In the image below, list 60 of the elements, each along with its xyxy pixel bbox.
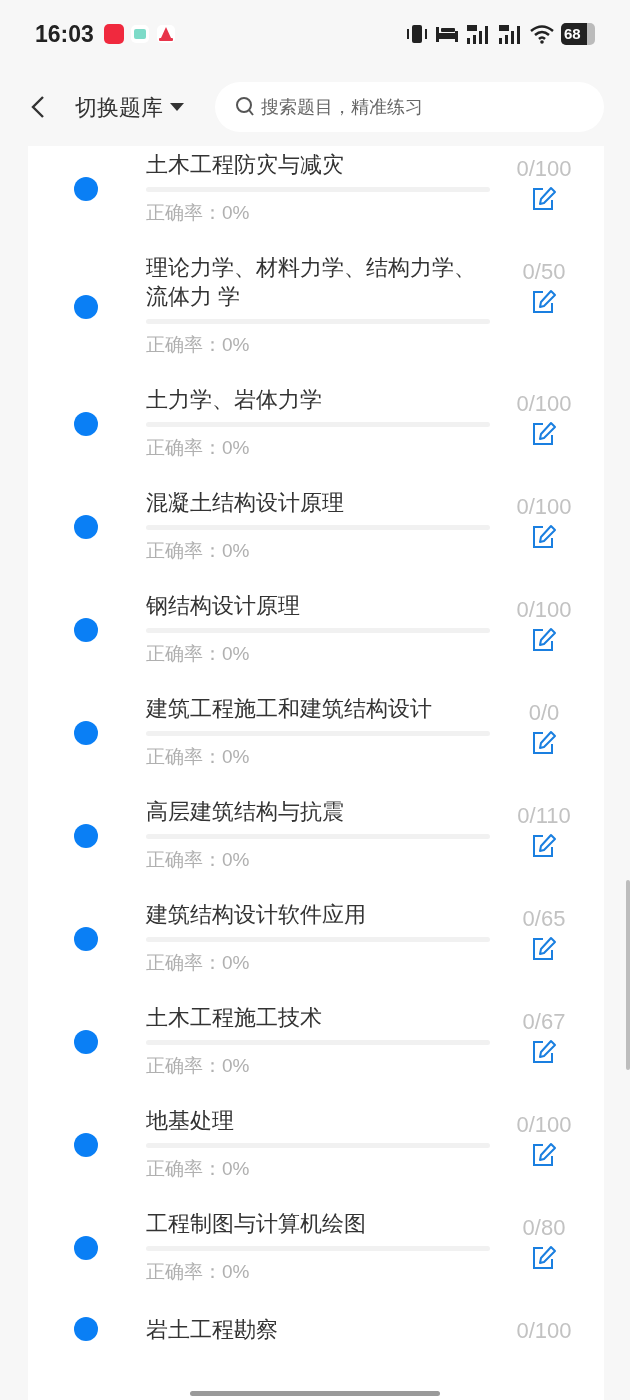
- subject-title[interactable]: 土木工程防灾与减灾: [146, 150, 490, 179]
- search-icon: [235, 96, 255, 118]
- edit-icon[interactable]: [531, 833, 557, 859]
- question-count: 0/100: [516, 596, 572, 624]
- search-field[interactable]: 搜索题目，精准练习: [215, 82, 604, 132]
- edit-icon[interactable]: [531, 1039, 557, 1065]
- subject-title[interactable]: 理论力学、材料力学、结构力学、流体力 学: [146, 253, 490, 311]
- edit-icon[interactable]: [531, 524, 557, 550]
- edit-icon[interactable]: [531, 627, 557, 653]
- signal-icon: [465, 23, 491, 45]
- edit-icon[interactable]: [531, 186, 557, 212]
- subject-title[interactable]: 岩土工程勘察: [146, 1314, 490, 1344]
- edit-icon[interactable]: [531, 730, 557, 756]
- caret-icon: [169, 102, 185, 112]
- edit-icon[interactable]: [531, 289, 557, 315]
- accuracy-text: 正确率：0%: [146, 436, 251, 460]
- wifi-icon: [529, 24, 555, 44]
- app-icon: [103, 24, 124, 44]
- accuracy-text: 正确率：0%: [146, 539, 251, 563]
- accuracy-text: 正确率：0%: [146, 201, 251, 225]
- question-count: 0/110: [517, 802, 571, 830]
- subject-title[interactable]: 钢结构设计原理: [146, 591, 490, 620]
- accuracy-text: 正确率：0%: [146, 1054, 251, 1078]
- signal-icon: [497, 23, 523, 45]
- bed-icon: [435, 25, 459, 43]
- question-count: 0/100: [516, 155, 572, 183]
- status-time: 16:03: [35, 19, 94, 49]
- subject-title[interactable]: 建筑结构设计软件应用: [146, 900, 490, 929]
- question-count: 0/100: [516, 390, 572, 418]
- question-count: 0/80: [522, 1214, 566, 1242]
- question-count: 0/65: [522, 905, 566, 933]
- accuracy-text: 正确率：0%: [146, 1157, 251, 1181]
- subject-title[interactable]: 高层建筑结构与抗震: [146, 797, 490, 826]
- subject-title[interactable]: 土木工程施工技术: [146, 1003, 490, 1032]
- subject-title[interactable]: 工程制图与计算机绘图: [146, 1209, 490, 1238]
- subject-title[interactable]: 建筑工程施工和建筑结构设计: [146, 694, 490, 723]
- question-count: 0/0: [528, 699, 560, 727]
- accuracy-text: 正确率：0%: [146, 848, 251, 872]
- question-count: 0/100: [516, 1317, 572, 1345]
- edit-icon[interactable]: [531, 1245, 557, 1271]
- subject-title[interactable]: 混凝土结构设计原理: [146, 488, 490, 517]
- vibrate-icon: [405, 24, 429, 44]
- question-count: 0/67: [522, 1008, 566, 1036]
- subject-title[interactable]: 土力学、岩体力学: [146, 385, 490, 414]
- edit-icon[interactable]: [531, 936, 557, 962]
- accuracy-text: 正确率：0%: [146, 333, 251, 357]
- question-count: 0/100: [516, 493, 572, 521]
- app-icon: [155, 24, 176, 44]
- accuracy-text: 正确率：0%: [146, 951, 251, 975]
- accuracy-text: 正确率：0%: [146, 1260, 251, 1284]
- subject-title[interactable]: 地基处理: [146, 1106, 490, 1135]
- battery-icon: 68: [561, 23, 595, 45]
- edit-icon[interactable]: [531, 421, 557, 447]
- accuracy-text: 正确率：0%: [146, 642, 251, 666]
- bank-switch-button[interactable]: 切换题库: [75, 90, 185, 124]
- accuracy-text: 正确率：0%: [146, 745, 251, 769]
- question-count: 0/100: [516, 1111, 572, 1139]
- edit-icon[interactable]: [531, 1142, 557, 1168]
- app-icon: [129, 24, 150, 44]
- question-count: 0/50: [522, 258, 566, 286]
